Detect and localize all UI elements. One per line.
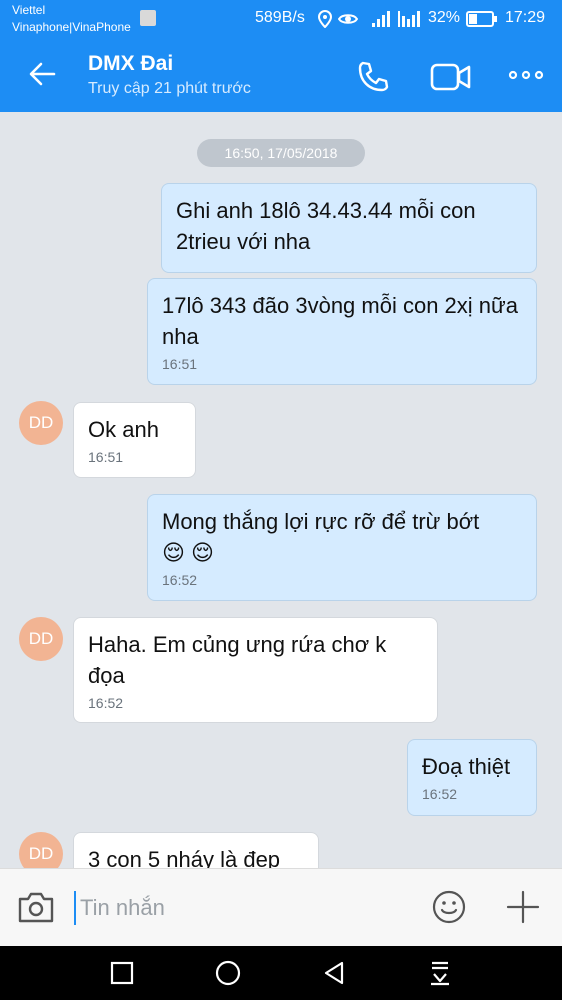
message-time: 16:52 [162,572,198,588]
message-text: 3 con 5 nháy là đẹp [88,847,281,868]
status-bar: Viettel Vinaphone|VinaPhone 589B/s 32% 1… [0,0,562,38]
add-icon[interactable] [505,889,541,925]
eye-icon [338,14,358,24]
message-bubble-outgoing[interactable]: Ghi anh 18lô 34.43.44 mỗi con 2trieu với… [161,183,537,273]
message-input[interactable] [74,891,400,925]
chat-header: DMX Đai Truy cập 21 phút trước [0,38,562,112]
signal-secondary-icon [398,11,420,27]
avatar[interactable]: DD [19,401,63,445]
avatar[interactable]: DD [19,617,63,661]
message-time: 16:52 [88,695,124,711]
message-bubble-incoming[interactable]: Ok anh 16:51 [73,402,196,478]
message-bubble-incoming[interactable]: 3 con 5 nháy là đẹp [73,832,319,868]
message-bubble-outgoing[interactable]: Mong thắng lợi rực rỡ để trừ bớt 😌 😌 16:… [147,494,537,601]
contact-name[interactable]: DMX Đai [88,52,173,76]
message-list[interactable]: 16:50, 17/05/2018 Ghi anh 18lô 34.43.44 … [0,112,562,868]
battery-icon [466,11,497,27]
message-text: 17lô 343 đão 3vòng mỗi con 2xị nữa nha [162,293,518,349]
carrier-primary: Viettel [12,3,46,17]
message-time: 16:51 [162,356,198,372]
more-options-icon[interactable] [506,62,546,88]
notification-pull-down-icon[interactable] [426,959,454,987]
message-text: Mong thắng lợi rực rỡ để trừ bớt [162,509,480,534]
status-clock: 17:29 [505,9,546,26]
carrier-secondary: Vinaphone|VinaPhone [12,20,131,34]
message-time: 16:51 [88,449,124,465]
message-bubble-outgoing[interactable]: Đoạ thiệt 16:52 [407,739,537,816]
battery-percent: 32% [428,9,461,26]
sim-app-icon [140,10,156,26]
back-arrow-icon[interactable] [26,58,58,90]
last-seen-status: Truy cập 21 phút trước [88,80,251,97]
message-text: Đoạ thiệt [422,754,511,779]
phone-call-icon[interactable] [356,60,390,94]
recents-square-icon[interactable] [108,959,136,987]
avatar[interactable]: DD [19,832,63,868]
message-emoji: 😌 😌 [162,540,214,565]
message-time: 16:52 [422,786,458,802]
video-call-icon[interactable] [430,62,472,92]
message-text: Ok anh [88,417,159,442]
system-nav-bar [0,946,562,1000]
message-text: Haha. Em củng ưng rứa chơ k đọa [88,632,387,688]
message-bubble-outgoing[interactable]: 17lô 343 đão 3vòng mỗi con 2xị nữa nha 1… [147,278,537,385]
back-triangle-icon[interactable] [320,959,348,987]
camera-icon[interactable] [16,889,56,925]
message-bubble-incoming[interactable]: Haha. Em củng ưng rứa chơ k đọa 16:52 [73,617,438,723]
home-circle-icon[interactable] [214,959,242,987]
location-icon [318,10,332,28]
message-composer [0,868,562,947]
emoji-icon[interactable] [431,889,467,925]
signal-icon [372,11,390,27]
message-text: Ghi anh 18lô 34.43.44 mỗi con 2trieu với… [176,198,476,254]
date-separator: 16:50, 17/05/2018 [197,139,365,167]
network-speed: 589B/s [255,9,305,26]
